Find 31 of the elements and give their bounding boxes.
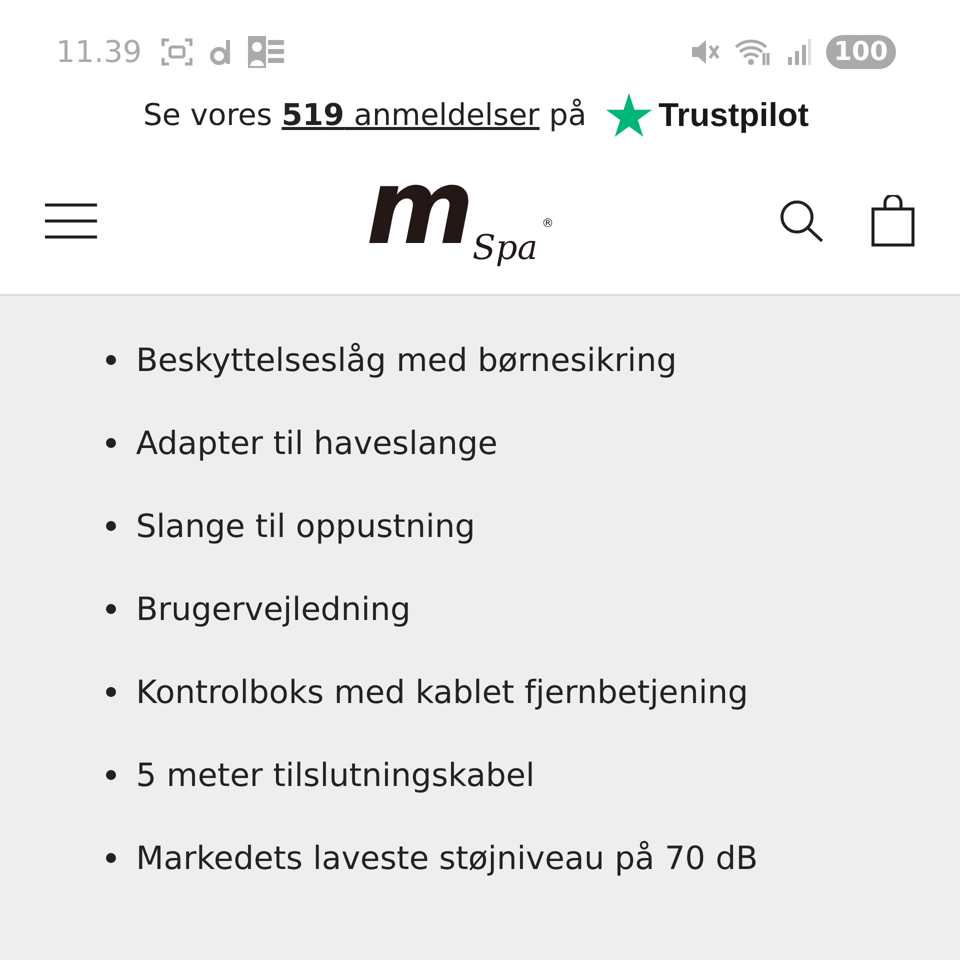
shopping-bag-icon[interactable] (871, 195, 915, 247)
mute-icon (690, 37, 720, 67)
battery-indicator: 100 (826, 35, 896, 69)
feature-text: Adapter til haveslange (136, 424, 498, 462)
screenshot-icon (160, 37, 194, 67)
feature-text: Markedets laveste støjniveau på 70 dB (136, 838, 758, 876)
trustpilot-wordmark[interactable]: Trustpilot (658, 96, 809, 134)
feature-text: Slange til oppustning (136, 506, 476, 544)
clock: 11.39 (56, 34, 142, 70)
feature-text: Brugervejledning (136, 590, 411, 628)
feature-text: Kontrolboks med kablet fjernbetjening (136, 672, 748, 710)
bullet-icon (106, 852, 116, 862)
bullet-icon (106, 520, 116, 530)
feature-text: Beskyttelseslåg med børnesikring (136, 340, 677, 378)
signal-icon (786, 37, 812, 67)
review-text: Se vores 519 anmeldelser på (143, 98, 586, 132)
search-icon[interactable] (779, 199, 825, 243)
reviews-link[interactable]: 519 anmeldelser (282, 98, 540, 132)
bullet-icon (106, 354, 116, 364)
menu-icon[interactable] (45, 203, 97, 239)
feature-text: 5 meter tilslutningskabel (136, 756, 535, 794)
star-icon (606, 93, 652, 137)
bullet-icon (106, 604, 116, 614)
logo-word: Spa (472, 231, 538, 266)
logo-mark: m (366, 166, 470, 250)
bullet-icon (106, 770, 116, 780)
wifi-icon (734, 37, 772, 67)
registered-mark: ® (542, 216, 554, 229)
bullet-icon (106, 686, 116, 696)
bullet-icon (106, 438, 116, 448)
contact-card-icon (248, 36, 284, 68)
